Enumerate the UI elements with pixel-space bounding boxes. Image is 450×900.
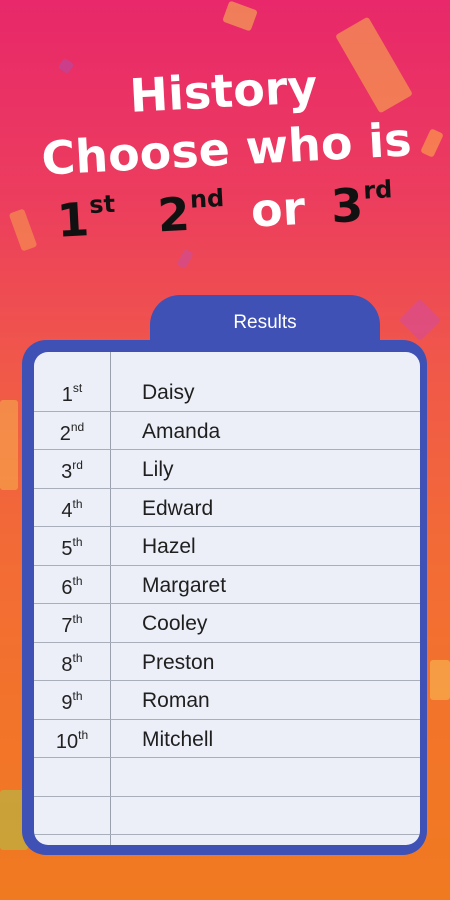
rank-label: 1st — [61, 381, 83, 406]
result-row: 6th Margaret — [34, 566, 420, 604]
result-row: 5th Hazel — [34, 527, 420, 566]
rank-label: 7th — [61, 612, 83, 637]
rank-label: 9th — [61, 689, 83, 714]
empty-row — [34, 797, 420, 835]
player-name: Cooley — [142, 612, 208, 635]
ordinal-third-number: 3 — [329, 177, 365, 234]
result-row: 9th Roman — [34, 681, 420, 720]
ordinal-first-number: 1 — [55, 192, 91, 248]
rank-label: 4th — [61, 496, 83, 522]
player-name: Hazel — [142, 535, 196, 558]
confetti-piece — [0, 400, 18, 490]
result-row: 2nd Amanda — [34, 412, 420, 450]
player-name: Roman — [142, 689, 210, 712]
player-name: Amanda — [142, 419, 221, 443]
confetti-piece — [430, 660, 450, 700]
player-name: Lily — [142, 458, 174, 481]
result-row: 8th Preston — [34, 643, 420, 681]
rank-label: 6th — [61, 573, 83, 599]
result-row: 7th Cooley — [34, 604, 420, 643]
player-name: Mitchell — [142, 727, 214, 751]
rank-label: 3rd — [61, 458, 83, 483]
confetti-piece — [398, 298, 442, 342]
result-row: 10th Mitchell — [34, 720, 420, 758]
rank-label: 2nd — [59, 419, 85, 445]
player-name: Margaret — [142, 573, 227, 597]
ordinal-first-suffix: st — [88, 189, 116, 220]
empty-row — [34, 758, 420, 797]
results-sheet: 1st Daisy 2nd Amanda 3rd Lily 4th Edward… — [34, 352, 420, 845]
player-name: Preston — [142, 650, 215, 674]
results-tab-label: Results — [233, 312, 297, 333]
player-name: Edward — [142, 496, 214, 520]
rank-label: 10th — [55, 727, 89, 753]
result-row: 3rd Lily — [34, 450, 420, 489]
confetti-piece — [176, 248, 194, 270]
result-row: 4th Edward — [34, 489, 420, 527]
ordinal-second-suffix: nd — [189, 184, 225, 214]
result-row: 1st Daisy — [34, 373, 420, 412]
ordinal-second-number: 2 — [156, 186, 192, 243]
confetti-piece — [222, 0, 258, 32]
ordinal-third-suffix: rd — [362, 175, 394, 205]
page-title: History Choose who is — [0, 50, 450, 189]
rank-label: 5th — [61, 535, 83, 560]
player-name: Daisy — [142, 381, 195, 404]
rank-label: 8th — [61, 650, 83, 676]
or-word: or — [249, 180, 307, 238]
